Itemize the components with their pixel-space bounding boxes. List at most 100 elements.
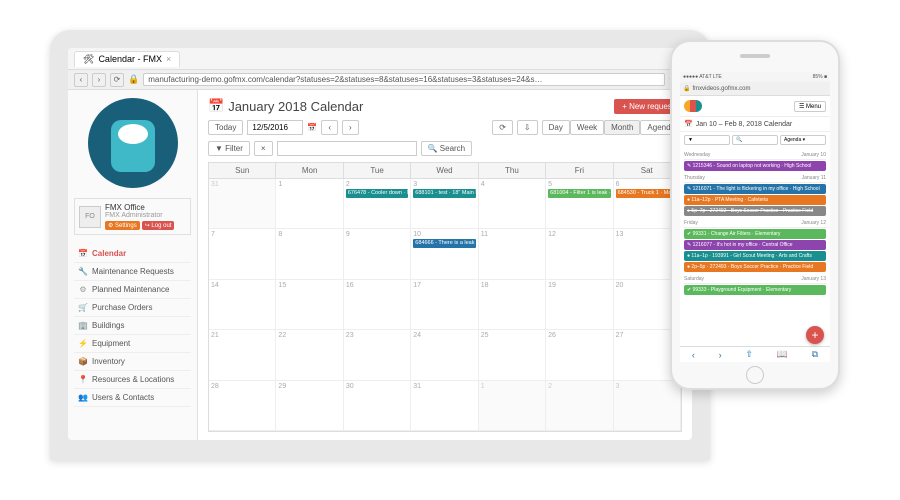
nav-icon: 📅	[78, 249, 88, 258]
calendar-cell[interactable]: 25	[479, 330, 546, 380]
calendar-grid: SunMonTueWedThuFriSat 3112676478 - Coole…	[208, 162, 682, 432]
view-day-button[interactable]: Day	[542, 120, 570, 135]
calendar-cell[interactable]: 28	[209, 381, 276, 431]
sidebar-item-resources-locations[interactable]: 📍Resources & Locations	[74, 371, 191, 389]
sidebar-item-users-contacts[interactable]: 👥Users & Contacts	[74, 389, 191, 407]
calendar-cell[interactable]: 7	[209, 229, 276, 279]
calendar-picker-icon[interactable]: 📅	[307, 123, 317, 132]
calendar-cell[interactable]: 23	[344, 330, 411, 380]
calendar-cell[interactable]: 21	[209, 330, 276, 380]
phone-bookmarks-icon[interactable]: 📖	[777, 349, 788, 360]
calendar-cell[interactable]: 18	[479, 280, 546, 330]
day-header: Thu	[479, 163, 546, 179]
view-week-button[interactable]: Week	[570, 120, 604, 135]
calendar-cell[interactable]: 4	[479, 179, 546, 229]
search-button[interactable]: 🔍 Search	[421, 141, 473, 156]
phone-event[interactable]: ✎ 1216077 - It's hot in my office · Cent…	[684, 240, 826, 250]
calendar-cell[interactable]: 24	[411, 330, 478, 380]
phone-filter-button[interactable]: ▼	[684, 135, 730, 145]
sidebar-item-inventory[interactable]: 📦Inventory	[74, 353, 191, 371]
phone-screen: ●●●●● AT&T LTE 85% ■ 🔒fmxvideos.gofmx.co…	[680, 72, 830, 362]
calendar-event[interactable]: 681004 - Filter 1 is leak · Main Plant	[548, 189, 610, 198]
calendar-cell[interactable]: 3	[614, 381, 681, 431]
sidebar-item-equipment[interactable]: ⚡Equipment	[74, 335, 191, 353]
logout-button[interactable]: ↪ Log out	[142, 221, 175, 230]
sidebar-item-maintenance-requests[interactable]: 🔧Maintenance Requests	[74, 263, 191, 281]
day-header: Wed	[411, 163, 478, 179]
phone-event[interactable]: ● 11a–12p · PTA Meeting · Cafeteria	[684, 195, 826, 205]
today-button[interactable]: Today	[208, 120, 243, 135]
calendar-event[interactable]: 684666 - There is a leak · Corporate HQ	[413, 239, 475, 248]
phone-event[interactable]: ✎ 1215346 - Sound on laptop not working …	[684, 161, 826, 171]
day-header: Fri	[546, 163, 613, 179]
close-icon[interactable]: ×	[166, 54, 171, 64]
phone-bottom-bar: ‹ › ⇧ 📖 ⧉	[680, 346, 830, 362]
home-button[interactable]	[746, 366, 764, 384]
add-button[interactable]: +	[806, 326, 824, 344]
calendar-cell[interactable]: 5681004 - Filter 1 is leak · Main Plant	[546, 179, 613, 229]
calendar-cell[interactable]: 3688101 - test · 18" Main Line	[411, 179, 478, 229]
phone-event[interactable]: ● 2p–5p · 272493 - Boys Soccer Practice …	[684, 262, 826, 272]
calendar-cell[interactable]: 12	[546, 229, 613, 279]
prev-button[interactable]: ‹	[321, 120, 338, 135]
calendar-cell[interactable]: 2	[546, 381, 613, 431]
phone-address-bar[interactable]: 🔒fmxvideos.gofmx.com	[680, 82, 830, 96]
search-input[interactable]	[277, 141, 417, 156]
phone-back-icon[interactable]: ‹	[692, 350, 695, 360]
calendar-cell[interactable]: 29	[276, 381, 343, 431]
calendar-cell[interactable]: 26	[546, 330, 613, 380]
calendar-cell[interactable]: 8	[276, 229, 343, 279]
calendar-event[interactable]: 676478 - Cooler down · Main Plant	[346, 189, 408, 198]
refresh-button[interactable]: ⟳	[492, 120, 513, 135]
export-button[interactable]: ⇩	[517, 120, 538, 135]
filter-button[interactable]: ▼ Filter	[208, 141, 250, 156]
back-button[interactable]: ‹	[74, 73, 88, 87]
calendar-cell[interactable]: 9	[344, 229, 411, 279]
nav-icon: 🔧	[78, 267, 88, 276]
phone-search-input[interactable]: 🔍	[732, 135, 778, 145]
calendar-cell[interactable]: 30	[344, 381, 411, 431]
calendar-event[interactable]: 688101 - test · 18" Main Line	[413, 189, 475, 198]
phone-day-header: FridayJanuary 12	[684, 219, 826, 228]
phone-event[interactable]: ✎ 1216071 - The light is flickering in m…	[684, 184, 826, 194]
phone-event[interactable]: ✔ 99331 - Change Air Filters · Elementar…	[684, 229, 826, 239]
calendar-cell[interactable]: 15	[276, 280, 343, 330]
calendar-cell[interactable]: 31	[411, 381, 478, 431]
calendar-cell[interactable]: 1	[276, 179, 343, 229]
sidebar-item-purchase-orders[interactable]: 🛒Purchase Orders	[74, 299, 191, 317]
phone-tabs-icon[interactable]: ⧉	[812, 349, 818, 360]
calendar-icon: 📅	[208, 98, 224, 114]
phone-event[interactable]: ● 5p–7p · 272492 - Boys Soccer Practice …	[684, 206, 826, 216]
phone-forward-icon[interactable]: ›	[719, 350, 722, 360]
phone-event[interactable]: ✔ 99333 - Playground Equipment · Element…	[684, 285, 826, 295]
clear-filter-button[interactable]: ×	[254, 141, 273, 156]
calendar-cell[interactable]: 2676478 - Cooler down · Main Plant	[344, 179, 411, 229]
sidebar-item-planned-maintenance[interactable]: ⚙Planned Maintenance	[74, 281, 191, 299]
calendar-cell[interactable]: 17	[411, 280, 478, 330]
browser-tab[interactable]: 🛠 Calendar - FMX ×	[74, 51, 180, 67]
phone-event-list[interactable]: WednesdayJanuary 10✎ 1215346 - Sound on …	[680, 148, 830, 346]
phone-view-button[interactable]: Agenda ▾	[780, 135, 826, 145]
date-input[interactable]	[247, 120, 303, 135]
phone-share-icon[interactable]: ⇧	[745, 349, 753, 360]
menu-button[interactable]: ☰ Menu	[794, 101, 826, 112]
sidebar-item-buildings[interactable]: 🏢Buildings	[74, 317, 191, 335]
phone-frame: ●●●●● AT&T LTE 85% ■ 🔒fmxvideos.gofmx.co…	[670, 40, 840, 390]
reload-button[interactable]: ⟳	[110, 73, 124, 87]
calendar-cell[interactable]: 22	[276, 330, 343, 380]
calendar-cell[interactable]: 16	[344, 280, 411, 330]
calendar-cell[interactable]: 10684666 - There is a leak · Corporate H…	[411, 229, 478, 279]
calendar-cell[interactable]: 19	[546, 280, 613, 330]
next-button[interactable]: ›	[342, 120, 359, 135]
calendar-cell[interactable]: 14	[209, 280, 276, 330]
calendar-cell[interactable]: 31	[209, 179, 276, 229]
phone-event[interactable]: ● 11a–1p · 193991 - Girl Scout Meeting ·…	[684, 251, 826, 261]
calendar-cell[interactable]: 1	[479, 381, 546, 431]
sidebar-item-calendar[interactable]: 📅Calendar	[74, 245, 191, 263]
view-month-button[interactable]: Month	[604, 120, 640, 135]
settings-button[interactable]: ⚙ Settings	[105, 221, 140, 230]
url-input[interactable]: manufacturing-demo.gofmx.com/calendar?st…	[143, 73, 664, 86]
calendar-event[interactable]: 684530 - Truck 1 · Main Plant	[616, 189, 678, 198]
calendar-cell[interactable]: 11	[479, 229, 546, 279]
forward-button[interactable]: ›	[92, 73, 106, 87]
